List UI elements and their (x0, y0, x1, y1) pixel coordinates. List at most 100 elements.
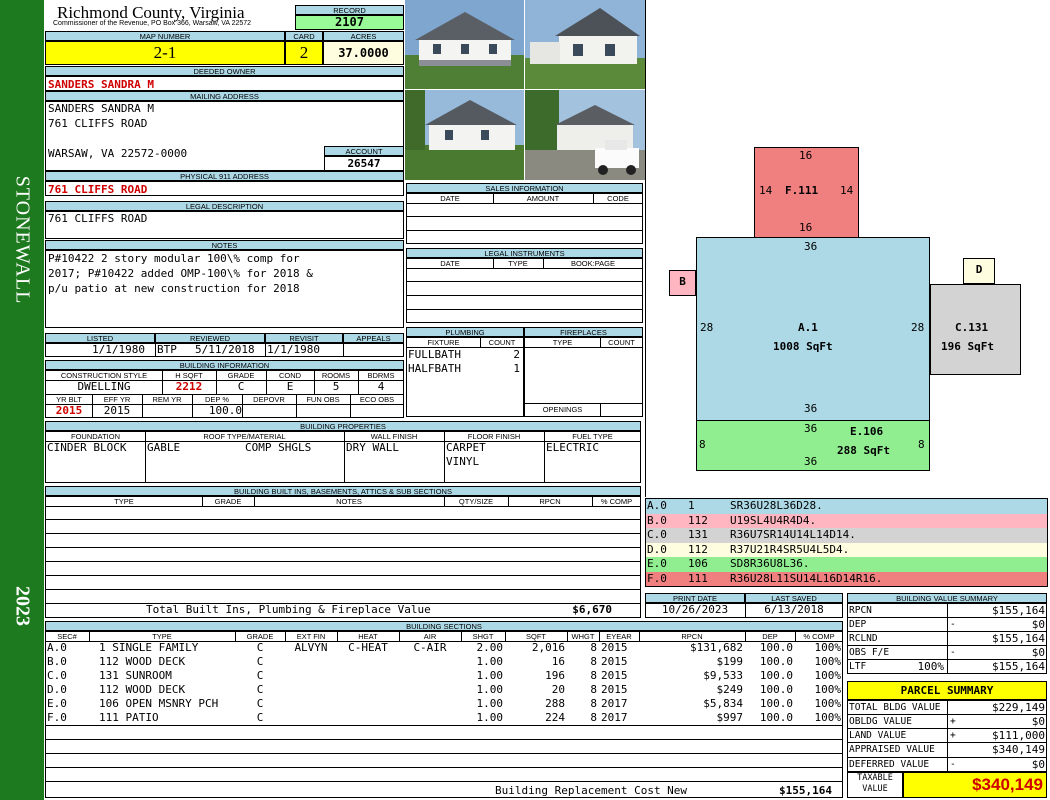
divider (45, 506, 641, 507)
table-cell: 100% (814, 669, 842, 682)
fixture-label: FIXTURE (427, 338, 460, 347)
sections-col-header: EYEAR (606, 632, 632, 641)
table-cell: 196 (545, 669, 565, 682)
sections-col-header: EXT FIN (296, 632, 326, 641)
legend-row: F.0 111 R36U28L11SU14L16D14R16. (646, 571, 1047, 586)
appeals-label: APPEALS (343, 333, 404, 343)
divider (358, 370, 359, 394)
legal-instruments-label: LEGAL INSTRUMENTS (406, 248, 643, 258)
depovr-label: DEPOVR (253, 395, 285, 404)
table-cell: 8 (590, 641, 597, 654)
sections-col-header: SEC# (57, 632, 77, 641)
table-cell: 2017 (601, 711, 628, 724)
dep-value: 100.0 (208, 404, 242, 417)
builtins-col-type: TYPE (114, 497, 134, 506)
table-cell: C (256, 683, 264, 696)
sketch-a-right: 28 (911, 321, 925, 334)
table-cell: C (256, 669, 264, 682)
account-label: ACCOUNT (324, 146, 404, 156)
bvs-dep-label: DEP (849, 619, 867, 630)
divider (45, 547, 641, 548)
bvs-ltf-pct: 100% (917, 660, 945, 673)
divider (406, 281, 643, 282)
legend-row: C.0 131 R36U7SR14U14L14D14. (646, 528, 1047, 543)
table-cell: 100% (814, 683, 842, 696)
table-cell: 100% (814, 697, 842, 710)
divider (235, 631, 236, 641)
table-cell: 100% (814, 655, 842, 668)
cond-label: COND (278, 371, 302, 380)
sections-label: BUILDING SECTIONS (45, 621, 843, 631)
divider (480, 337, 481, 347)
taxable-label-2: VALUE (862, 784, 888, 794)
photo-side (525, 0, 645, 89)
building-info-label: BUILDING INFORMATION (45, 360, 404, 370)
notes-line3: p/u patio at new construction for 2018 (48, 282, 300, 295)
roof-type: GABLE (147, 441, 181, 454)
table-cell: 131 SUNROOM (99, 669, 172, 682)
tax-year: 2023 (11, 586, 34, 626)
divider (45, 725, 843, 726)
table-cell: 100.0 (759, 669, 793, 682)
table-cell: 1.00 (476, 683, 504, 696)
notes-line2: 2017; P#10422 added OMP-100\% for 2018 & (48, 267, 313, 280)
deeded-owner: SANDERS SANDRA M (48, 78, 154, 91)
table-cell: E.0 (47, 697, 67, 710)
divider (639, 631, 640, 641)
table-cell: 2017 (601, 697, 628, 710)
divider (444, 431, 445, 483)
divider (45, 575, 641, 576)
legal-col-bookpage: BOOK:PAGE (570, 259, 616, 268)
sketch-f-top: 16 (799, 149, 813, 162)
divider (524, 403, 643, 404)
sketch-section-d: D (963, 258, 995, 284)
divider (145, 431, 146, 483)
table-cell: 2015 (601, 683, 628, 696)
print-date: 10/26/2023 (661, 603, 729, 616)
divider (142, 394, 143, 418)
divider (600, 337, 601, 347)
divider (406, 309, 643, 310)
sections-col-header: GRADE (246, 632, 274, 641)
sales-col-amount: AMOUNT (526, 194, 560, 203)
table-cell: 100% (814, 641, 842, 654)
divider (599, 631, 600, 641)
table-cell: C (256, 641, 264, 654)
builtins-total-label: Total Built Ins, Plumbing & Fireplace Va… (146, 603, 431, 616)
sketch-a-label: A.1 (798, 321, 818, 334)
legal-col-date: DATE (440, 259, 460, 268)
sales-col-date: DATE (440, 194, 460, 203)
divider (45, 519, 641, 520)
sketch-c-label: C.131 (955, 321, 989, 334)
roof-label: ROOF TYPE/MATERIAL (203, 432, 286, 441)
sections-col-header: WHGT (571, 632, 595, 641)
divider (337, 631, 338, 641)
appraised-label: APPRAISED VALUE (849, 744, 935, 755)
physical-address: 761 CLIFFS ROAD (48, 183, 148, 196)
sections-col-header: SQFT (526, 632, 546, 641)
sketch-e-top: 36 (804, 422, 818, 435)
bvs-ltf: $155,164 (992, 660, 1045, 673)
cond-value: E (286, 380, 294, 393)
grade-value: C (237, 380, 245, 393)
bvs-dep: $0 (1031, 618, 1045, 631)
divider (947, 700, 948, 772)
divider (505, 631, 506, 641)
sales-col-code: CODE (607, 194, 629, 203)
plumbing-fixture-2: HALFBATH (408, 362, 461, 375)
table-cell: $9,533 (703, 669, 743, 682)
physical-label: PHYSICAL 911 ADDRESS (45, 171, 404, 181)
legend-row: E.0 106 SD8R36U8L36. (646, 557, 1047, 572)
deeded-owner-label: DEEDED OWNER (45, 66, 404, 76)
divider (202, 496, 203, 506)
table-cell: 2.00 (476, 641, 504, 654)
table-cell: 112 WOOD DECK (99, 683, 186, 696)
builtins-col-qty: QTY/SIZE (458, 497, 494, 506)
divider (592, 496, 593, 506)
bvs-rclnd-label: RCLND (849, 633, 878, 644)
table-cell: 2015 (601, 669, 628, 682)
reviewed-label: REVIEWED (155, 333, 265, 343)
hsqft-label: H SQFT (175, 371, 203, 380)
table-row: B.0 112 WOOD DECK C 1.00 16 8 2015 $199 100.0 100… (45, 655, 843, 669)
table-row: C.0 131 SUNROOM C 1.00 196 8 2015 $9,533 100.0 10… (45, 669, 843, 683)
